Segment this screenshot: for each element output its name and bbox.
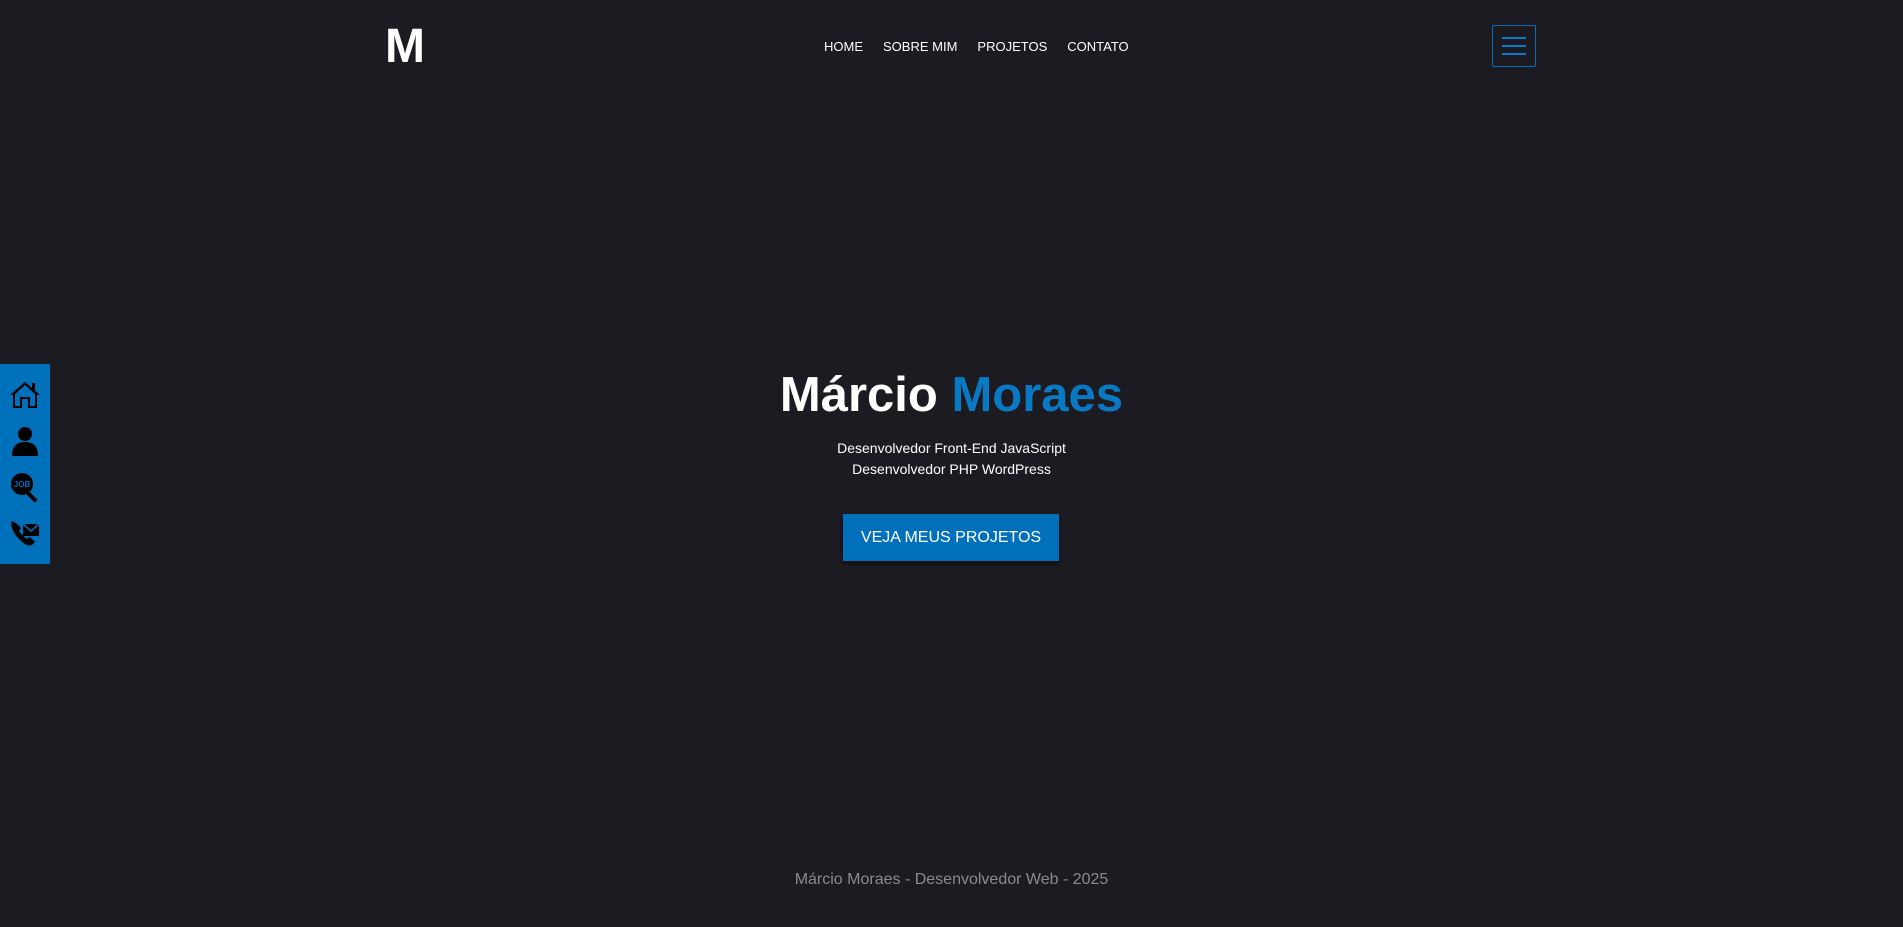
menu-bar-line	[1502, 45, 1526, 47]
hamburger-menu-icon[interactable]	[1492, 25, 1536, 67]
nav-home-link[interactable]: HOME	[824, 39, 863, 55]
nav-projects-link[interactable]: PROJETOS	[977, 39, 1047, 55]
site-logo[interactable]: M	[385, 22, 425, 72]
phone-mail-icon[interactable]	[8, 516, 42, 550]
hero-first-name: Márcio	[779, 368, 938, 422]
hero-subtitle-line2: Desenvolvedor PHP WordPress	[852, 461, 1051, 477]
hero-last-name: Moraes	[951, 368, 1124, 422]
page: M HOME SOBRE MIM PROJETOS CONTATO JOB Má…	[0, 0, 1903, 927]
hero-subtitle-line1: Desenvolvedor Front-End JavaScript	[837, 440, 1066, 456]
footer-text: Márcio Moraes - Desenvolvedor Web - 2025	[794, 871, 1109, 888]
nav-about-link[interactable]: SOBRE MIM	[883, 39, 957, 55]
hero-title: Márcio Moraes	[0, 365, 1903, 425]
job-label: JOB	[14, 480, 31, 489]
menu-bar-line	[1502, 53, 1526, 55]
menu-bar-line	[1502, 37, 1526, 39]
view-projects-button[interactable]: VEJA MEUS PROJETOS	[843, 514, 1059, 561]
nav-contact-link[interactable]: CONTATO	[1067, 39, 1128, 55]
main-nav: HOME SOBRE MIM PROJETOS CONTATO	[824, 39, 1129, 55]
site-header: M HOME SOBRE MIM PROJETOS CONTATO	[0, 0, 1903, 95]
